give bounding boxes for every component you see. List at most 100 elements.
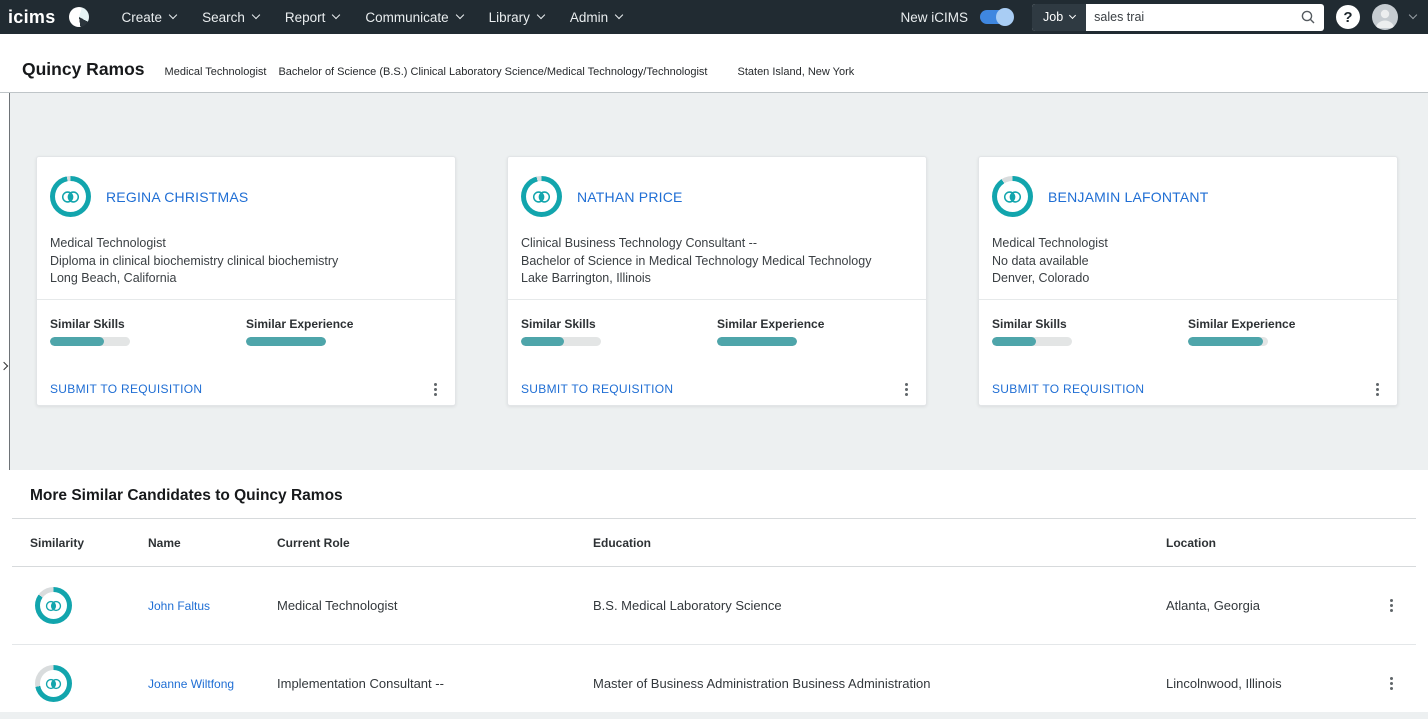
column-header-similarity: Similarity: [30, 535, 85, 550]
card-location: Denver, Colorado: [992, 271, 1090, 285]
similar-candidates-section: REGINA CHRISTMAS Medical Technologist Di…: [0, 93, 1428, 470]
collapsed-side-panel: [0, 93, 10, 470]
similarity-ring: [35, 587, 72, 624]
candidate-name-link[interactable]: John Faltus: [148, 599, 277, 613]
card-education: Diploma in clinical biochemistry clinica…: [50, 253, 339, 268]
table-row: John Faltus Medical Technologist B.S. Me…: [0, 567, 1428, 644]
candidate-card: NATHAN PRICE Clinical Business Technolog…: [507, 156, 927, 406]
similarity-ring: [35, 665, 72, 702]
table-header-row: Similarity Name Current Role Education L…: [0, 519, 1428, 566]
page-title: Quincy Ramos: [22, 59, 145, 79]
table-row: Joanne Wiltfong Implementation Consultan…: [0, 645, 1428, 712]
global-search: Job: [1032, 3, 1324, 31]
chevron-down-icon: [455, 10, 464, 20]
similar-skills-label: Similar Skills: [521, 316, 596, 331]
search-input[interactable]: [1086, 10, 1300, 24]
menu-report[interactable]: Report: [272, 0, 353, 34]
similar-skills-bar: [521, 336, 601, 346]
icims-logo[interactable]: icims: [8, 7, 56, 28]
similar-experience-label: Similar Experience: [1188, 316, 1296, 331]
similarity-icon: [45, 678, 62, 689]
similarity-icon: [532, 190, 551, 203]
new-icims-label: New iCIMS: [900, 9, 968, 25]
chevron-down-icon: [614, 10, 624, 20]
candidate-cards-row: REGINA CHRISTMAS Medical Technologist Di…: [0, 93, 1428, 406]
card-menu-kebab[interactable]: [429, 380, 442, 399]
similar-skills-label: Similar Skills: [992, 316, 1067, 331]
similar-experience-bar: [246, 336, 326, 346]
row-menu-kebab[interactable]: [1385, 674, 1398, 693]
similar-skills-label: Similar Skills: [50, 316, 125, 331]
candidate-education: Bachelor of Science (B.S.) Clinical Labo…: [278, 66, 708, 78]
new-icims-toggle[interactable]: [980, 8, 1014, 26]
card-education: No data available: [992, 253, 1089, 268]
search-icon[interactable]: [1300, 9, 1324, 25]
candidate-name-link[interactable]: BENJAMIN LAFONTANT: [1048, 189, 1208, 205]
help-button[interactable]: ?: [1336, 5, 1360, 29]
expand-panel-button[interactable]: [0, 361, 9, 371]
similarity-ring: [50, 176, 91, 217]
chevron-down-icon: [1069, 11, 1077, 19]
candidate-card: REGINA CHRISTMAS Medical Technologist Di…: [36, 156, 456, 406]
row-location: Atlanta, Georgia: [1166, 598, 1260, 613]
menu-search[interactable]: Search: [189, 0, 272, 34]
user-silhouette-icon: [1376, 9, 1394, 28]
row-education: B.S. Medical Laboratory Science: [593, 598, 782, 613]
row-education: Master of Business Administration Busine…: [593, 676, 931, 691]
search-scope-dropdown[interactable]: Job: [1032, 3, 1087, 31]
menu-admin[interactable]: Admin: [557, 0, 635, 34]
similarity-ring: [521, 176, 562, 217]
icims-logo-mark-icon[interactable]: [68, 7, 89, 27]
candidate-name-link[interactable]: NATHAN PRICE: [577, 189, 683, 205]
similarity-icon: [45, 600, 62, 611]
avatar[interactable]: [1372, 4, 1398, 30]
candidate-card: BENJAMIN LAFONTANT Medical Technologist …: [978, 156, 1398, 406]
similar-skills-bar: [50, 336, 130, 346]
menu-communicate[interactable]: Communicate: [352, 0, 475, 34]
candidate-header: Quincy Ramos Medical Technologist Bachel…: [0, 34, 1428, 93]
submit-to-requisition-link[interactable]: SUBMIT TO REQUISITION: [50, 382, 202, 396]
submit-to-requisition-link[interactable]: SUBMIT TO REQUISITION: [992, 382, 1144, 396]
main-menu: Create Search Report Communicate Library…: [109, 0, 636, 34]
menu-library[interactable]: Library: [476, 0, 557, 34]
chevron-down-icon: [168, 10, 178, 20]
candidate-name-link[interactable]: Joanne Wiltfong: [148, 677, 277, 691]
chevron-down-icon: [251, 10, 261, 20]
card-education: Bachelor of Science in Medical Technolog…: [521, 253, 872, 268]
card-role: Medical Technologist: [992, 236, 1108, 250]
similar-experience-bar: [717, 336, 797, 346]
card-menu-kebab[interactable]: [1371, 380, 1384, 399]
card-role: Medical Technologist: [50, 236, 166, 250]
card-location: Lake Barrington, Illinois: [521, 271, 651, 285]
card-location: Long Beach, California: [50, 271, 177, 285]
top-navigation-bar: icims Create Search Report Communicate L…: [0, 0, 1428, 34]
similarity-icon: [61, 190, 80, 203]
topbar-right: New iCIMS Job ?: [900, 3, 1418, 31]
card-menu-kebab[interactable]: [900, 380, 913, 399]
chevron-down-icon: [536, 10, 546, 20]
submit-to-requisition-link[interactable]: SUBMIT TO REQUISITION: [521, 382, 673, 396]
column-header-location: Location: [1166, 535, 1216, 550]
candidate-role: Medical Technologist: [164, 66, 267, 78]
similar-experience-label: Similar Experience: [717, 316, 825, 331]
similar-experience-label: Similar Experience: [246, 316, 354, 331]
chevron-down-icon: [332, 10, 341, 20]
similar-experience-bar: [1188, 336, 1268, 346]
more-similar-candidates-section: More Similar Candidates to Quincy Ramos …: [0, 470, 1428, 712]
similarity-ring: [992, 176, 1033, 217]
similarity-icon: [1003, 190, 1022, 203]
account-chevron-icon[interactable]: [1408, 10, 1418, 20]
row-current-role: Implementation Consultant --: [277, 676, 444, 691]
row-menu-kebab[interactable]: [1385, 596, 1398, 615]
card-role: Clinical Business Technology Consultant …: [521, 236, 757, 250]
section-title: More Similar Candidates to Quincy Ramos: [30, 487, 343, 504]
toggle-knob: [996, 8, 1014, 26]
row-current-role: Medical Technologist: [277, 598, 398, 613]
candidate-location: Staten Island, New York: [737, 66, 855, 78]
similar-skills-bar: [992, 336, 1072, 346]
column-header-name: Name: [148, 535, 181, 550]
row-location: Lincolnwood, Illinois: [1166, 676, 1282, 691]
menu-create[interactable]: Create: [109, 0, 190, 34]
column-header-current-role: Current Role: [277, 535, 350, 550]
candidate-name-link[interactable]: REGINA CHRISTMAS: [106, 189, 248, 205]
